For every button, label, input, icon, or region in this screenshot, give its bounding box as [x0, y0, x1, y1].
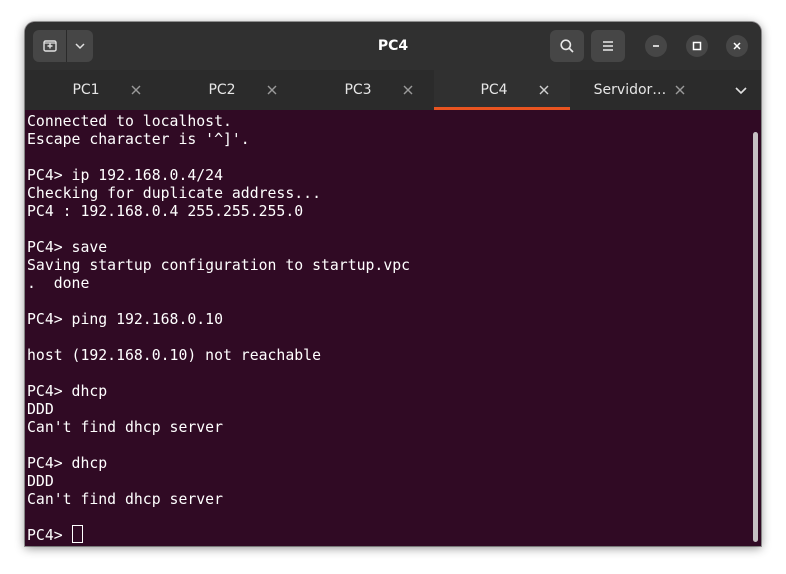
tab-label: PC2	[208, 82, 236, 98]
terminal-line: PC4> dhcp	[27, 383, 108, 400]
terminal-line: PC4 : 192.168.0.4 255.255.255.0	[27, 203, 304, 220]
close-icon[interactable]	[674, 84, 686, 96]
search-icon	[560, 39, 574, 53]
terminal-line: Can't find dhcp server	[27, 419, 223, 436]
close-icon[interactable]	[538, 84, 550, 96]
close-icon[interactable]	[130, 84, 142, 96]
terminal-window: PC4 PC1 PC2 PC3 PC4 Servidor… Connected …	[25, 22, 761, 546]
terminal-prompt-line: PC4>	[27, 527, 72, 544]
tab-pc4[interactable]: PC4	[434, 70, 570, 110]
tab-label: PC1	[72, 82, 100, 98]
main-menu-button[interactable]	[591, 30, 625, 62]
tab-label: PC4	[480, 82, 508, 98]
tab-label: Servidor…	[593, 82, 667, 98]
terminal-line: Connected to localhost.	[27, 113, 232, 130]
close-icon[interactable]	[266, 84, 278, 96]
minimize-icon	[653, 45, 659, 47]
scrollbar[interactable]	[753, 132, 758, 542]
minimize-button[interactable]	[645, 35, 667, 57]
terminal-line: Checking for duplicate address...	[27, 185, 321, 202]
tab-label: PC3	[344, 82, 372, 98]
terminal-line: PC4> ping 192.168.0.10	[27, 311, 223, 328]
terminal-line: . done	[27, 275, 90, 292]
terminal-line: PC4> save	[27, 239, 108, 256]
close-icon[interactable]	[402, 84, 414, 96]
close-window-button[interactable]	[726, 35, 748, 57]
tab-pc2[interactable]: PC2	[162, 70, 298, 110]
maximize-icon	[692, 41, 702, 51]
terminal-line: PC4> ip 192.168.0.4/24	[27, 167, 223, 184]
terminal-output[interactable]: Connected to localhost. Escape character…	[25, 110, 761, 546]
tab-bar: PC1 PC2 PC3 PC4 Servidor…	[25, 70, 761, 110]
terminal-line: host (192.168.0.10) not reachable	[27, 347, 321, 364]
terminal-line: Escape character is '^]'.	[27, 131, 250, 148]
terminal-line: Can't find dhcp server	[27, 491, 223, 508]
search-button[interactable]	[550, 30, 584, 62]
tab-pc3[interactable]: PC3	[298, 70, 434, 110]
headerbar: PC4	[25, 22, 761, 71]
tab-pc1[interactable]: PC1	[26, 70, 162, 110]
terminal-line: PC4> dhcp	[27, 455, 108, 472]
chevron-down-icon[interactable]	[733, 82, 749, 98]
hamburger-menu-icon	[603, 41, 613, 51]
tab-servidor[interactable]: Servidor…	[570, 70, 706, 110]
terminal-line: Saving startup configuration to startup.…	[27, 257, 411, 274]
text-cursor	[72, 525, 83, 543]
terminal-line: DDD	[27, 401, 54, 418]
maximize-button[interactable]	[686, 35, 708, 57]
close-icon	[733, 42, 741, 50]
terminal-line: DDD	[27, 473, 54, 490]
